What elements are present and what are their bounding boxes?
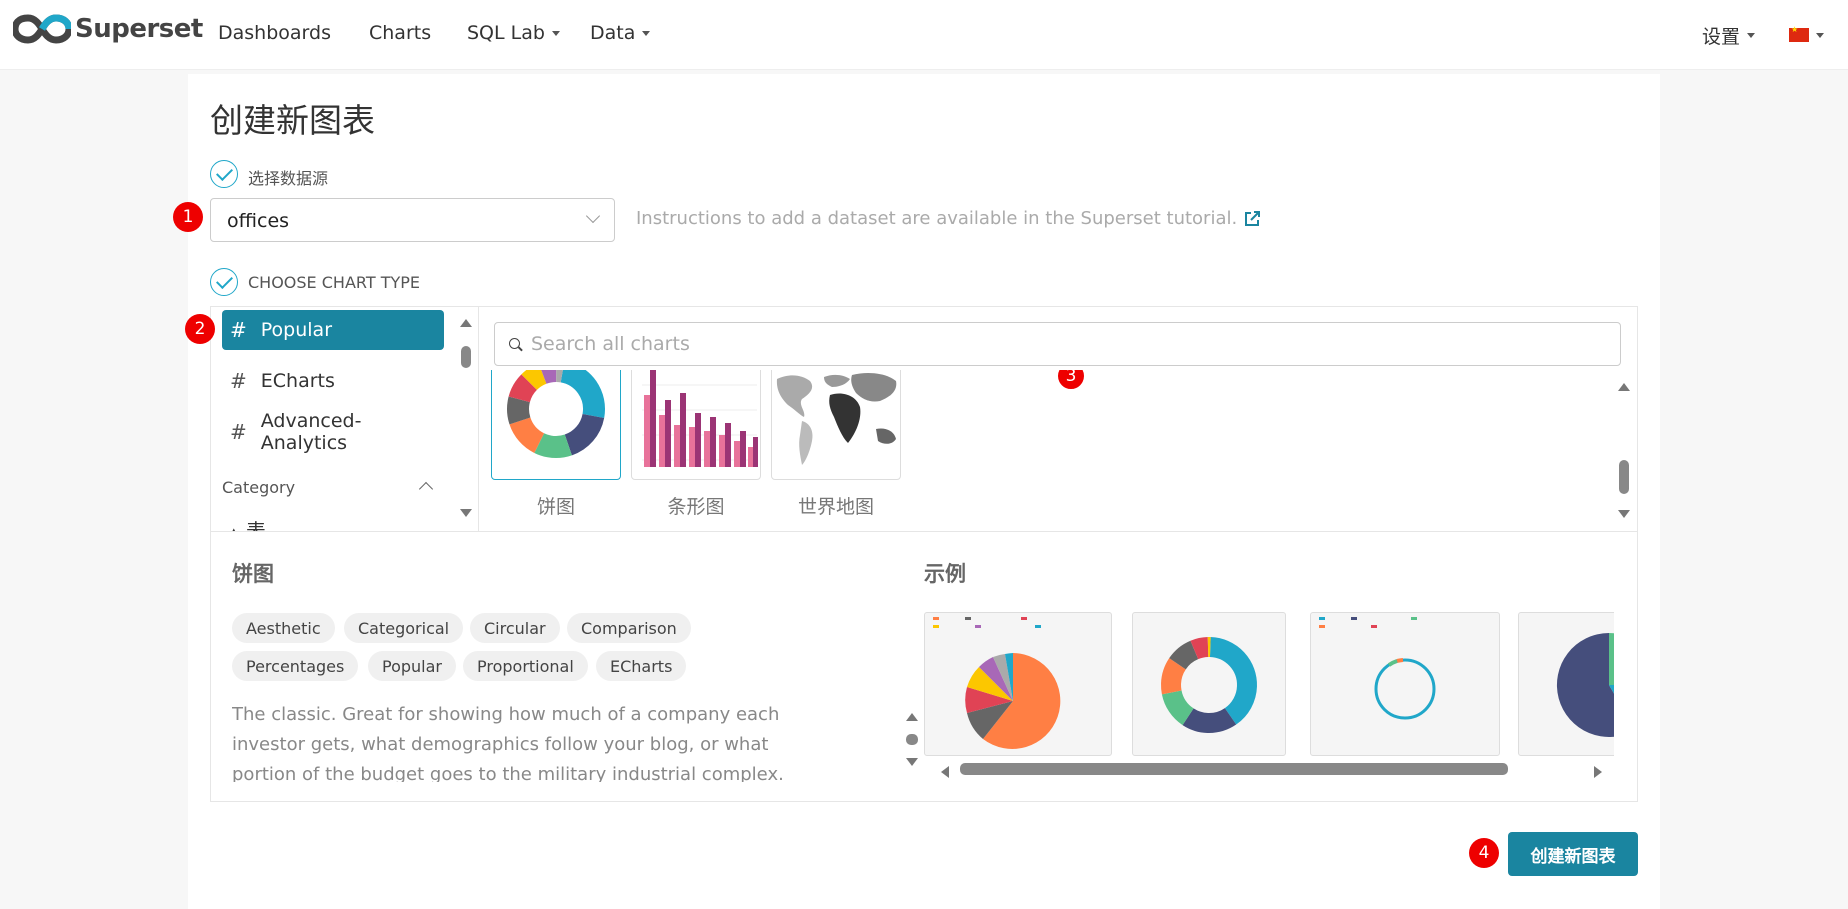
- scroll-down-icon[interactable]: [460, 509, 472, 517]
- sidebar-scrollbar-thumb[interactable]: [461, 346, 471, 368]
- tag-icon: ▲: [228, 524, 240, 531]
- language-picker[interactable]: [1789, 25, 1824, 42]
- sidebar-item-label: 表: [245, 519, 266, 531]
- scroll-down-icon[interactable]: [1618, 510, 1630, 518]
- thumbnail-scrollbar-thumb[interactable]: [1619, 460, 1629, 494]
- sidebar-item-advanced-analytics[interactable]: # Advanced-Analytics: [222, 410, 444, 454]
- search-icon: [509, 338, 520, 349]
- tag-comparison[interactable]: Comparison: [567, 613, 691, 643]
- flag-cn-icon: [1789, 25, 1809, 42]
- example-image-4[interactable]: [1518, 612, 1614, 756]
- tag-categorical[interactable]: Categorical: [344, 613, 464, 643]
- nav-settings-label: 设置: [1702, 26, 1741, 48]
- pie-chart-thumbnail-icon: [507, 370, 605, 458]
- dataset-select[interactable]: offices: [210, 198, 615, 242]
- thumbnail-label-pie: 饼图: [536, 496, 575, 518]
- scroll-up-icon[interactable]: [1618, 383, 1630, 391]
- sidebar-item-table-partial[interactable]: ▲ 表: [228, 518, 288, 531]
- examples-title: 示例: [924, 562, 966, 586]
- annotation-badge-3: 3: [1056, 370, 1086, 391]
- bar-chart-thumbnail-icon: [642, 370, 758, 467]
- chart-search-input[interactable]: [531, 331, 1591, 357]
- example-image-2[interactable]: [1132, 612, 1286, 756]
- examples-hscroll-thumb[interactable]: [960, 763, 1508, 775]
- tag-percentages[interactable]: Percentages: [232, 651, 359, 681]
- world-map-thumbnail-icon: [776, 373, 897, 465]
- examples-vscroll-thumb[interactable]: [906, 734, 918, 745]
- chart-description: The classic. Great for showing how much …: [232, 704, 784, 782]
- scroll-up-icon[interactable]: [460, 319, 472, 327]
- thumbnail-bar-chart[interactable]: [631, 370, 761, 480]
- step2-label: CHOOSE CHART TYPE: [248, 273, 421, 292]
- example-ring-icon: [1319, 617, 1436, 720]
- sidebar-item-label: Advanced-Analytics: [260, 410, 362, 454]
- chart-search-box[interactable]: [494, 322, 1621, 366]
- dataset-select-value: offices: [227, 210, 290, 232]
- create-chart-button[interactable]: 创建新图表: [1508, 832, 1638, 876]
- annotation-badge-4: 4: [1469, 838, 1499, 868]
- sidebar-item-echarts[interactable]: # ECharts: [222, 361, 444, 401]
- annotation-badge-1: 1: [173, 202, 203, 232]
- examples-gallery: [924, 612, 1614, 758]
- chevron-down-icon: [585, 208, 601, 224]
- sidebar-item-label: Popular: [260, 319, 333, 341]
- nav-data-label: Data: [590, 22, 636, 44]
- category-section-label: Category: [222, 478, 296, 497]
- nav-sql-lab-label: SQL Lab: [467, 22, 545, 44]
- caret-down-icon: [642, 30, 651, 36]
- superset-logo[interactable]: Superset: [13, 14, 203, 44]
- top-navbar: Superset Dashboards Charts SQL Lab Data …: [0, 0, 1848, 70]
- example-pie-icon: [933, 617, 1061, 749]
- thumbnail-pie-chart[interactable]: [491, 370, 621, 480]
- hash-icon: #: [230, 420, 247, 444]
- panel-divider: [210, 531, 1638, 532]
- selected-chart-title: 饼图: [232, 562, 274, 586]
- thumbnail-world-map[interactable]: [771, 370, 901, 480]
- nav-sql-lab[interactable]: SQL Lab: [467, 22, 560, 44]
- page-title: 创建新图表: [210, 101, 375, 140]
- dataset-instructions-text: Instructions to add a dataset are availa…: [636, 208, 1238, 229]
- tag-aesthetic[interactable]: Aesthetic: [232, 613, 335, 643]
- sidebar-item-popular[interactable]: # Popular: [222, 310, 444, 350]
- nav-charts-label: Charts: [369, 22, 432, 44]
- sidebar-divider: [478, 306, 479, 531]
- superset-logo-icon: [13, 14, 71, 44]
- tag-circular[interactable]: Circular: [470, 613, 560, 643]
- nav-charts[interactable]: Charts: [369, 22, 431, 44]
- step1-check-icon: [210, 160, 238, 188]
- scroll-right-icon[interactable]: [1594, 766, 1602, 778]
- tag-proportional[interactable]: Proportional: [463, 651, 588, 681]
- external-link-icon: [1245, 210, 1261, 226]
- example-image-3[interactable]: [1310, 612, 1500, 756]
- chart-thumbnail-grid: 3 饼图 条形图 世界地图: [480, 370, 1610, 530]
- example-donut-icon: [1161, 637, 1257, 733]
- thumbnail-label-world-map: 世界地图: [797, 496, 874, 518]
- nav-data[interactable]: Data: [590, 22, 651, 44]
- example-pie-partial-icon: [1556, 633, 1614, 737]
- caret-down-icon: [551, 30, 560, 36]
- step2-check-icon: [210, 268, 238, 296]
- scroll-down-icon[interactable]: [906, 758, 918, 766]
- caret-down-icon: [1816, 32, 1824, 38]
- scroll-left-icon[interactable]: [941, 766, 949, 778]
- annotation-badge-2: 2: [185, 314, 215, 344]
- step1-label: 选择数据源: [248, 169, 329, 188]
- nav-settings[interactable]: 设置: [1702, 22, 1756, 49]
- thumbnail-label-bar: 条形图: [667, 496, 725, 518]
- caret-down-icon: [1747, 33, 1756, 38]
- tag-echarts[interactable]: ECharts: [596, 651, 687, 681]
- dataset-instructions[interactable]: Instructions to add a dataset are availa…: [636, 208, 1261, 229]
- brand-name: Superset: [75, 14, 203, 44]
- hash-icon: #: [230, 369, 247, 393]
- example-image-1[interactable]: [924, 612, 1112, 756]
- nav-dashboards-label: Dashboards: [218, 22, 331, 44]
- hash-icon: #: [230, 318, 247, 342]
- scroll-up-icon[interactable]: [906, 713, 918, 721]
- tag-popular[interactable]: Popular: [368, 651, 456, 681]
- sidebar-item-label: ECharts: [260, 370, 335, 392]
- nav-dashboards[interactable]: Dashboards: [218, 22, 331, 44]
